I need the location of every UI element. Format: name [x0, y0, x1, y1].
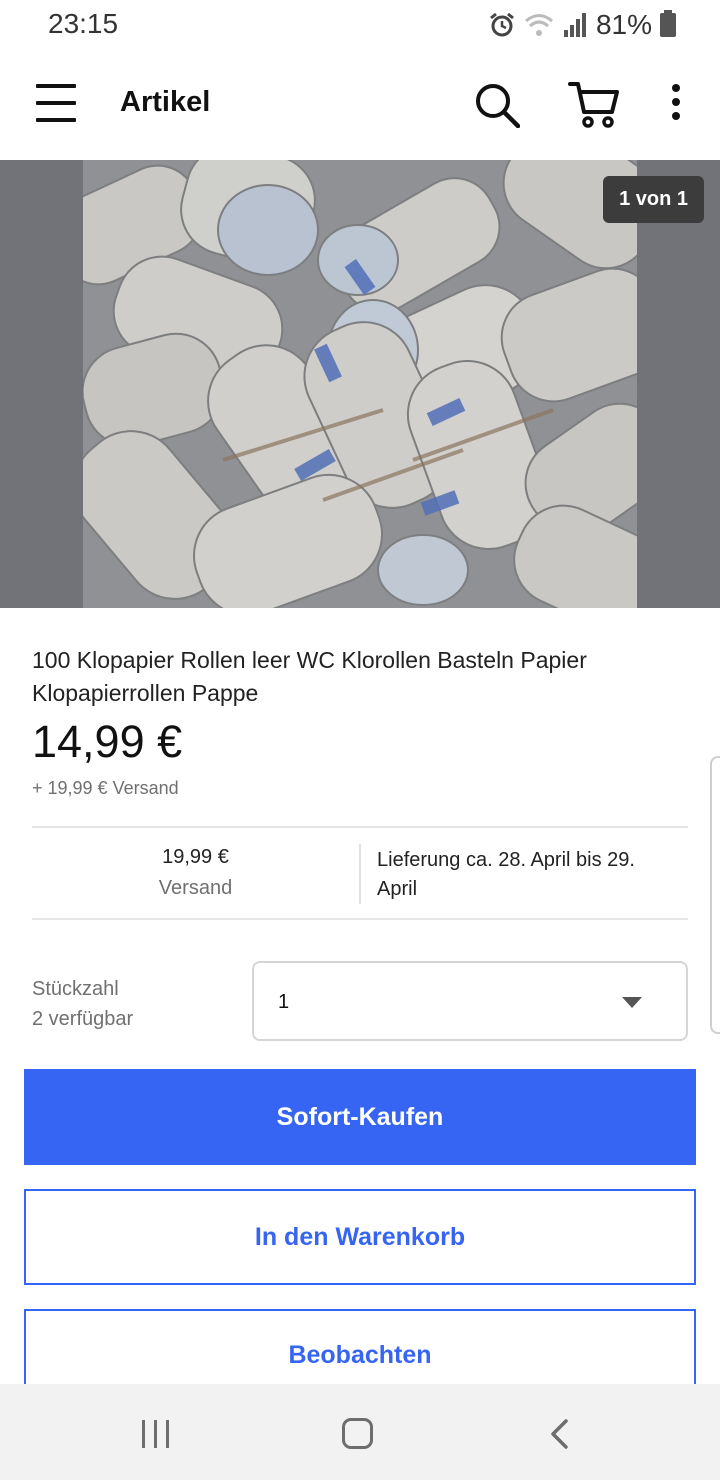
chevron-down-icon: [622, 997, 642, 1008]
menu-icon[interactable]: [36, 84, 76, 124]
shipping-info-box: 19,99 € Versand Lieferung ca. 28. April …: [32, 826, 688, 920]
quantity-label: Stückzahl: [32, 978, 119, 1000]
add-to-cart-button[interactable]: In den Warenkorb: [24, 1189, 696, 1285]
nav-back-icon[interactable]: [548, 1418, 572, 1450]
nav-home-icon[interactable]: [342, 1418, 373, 1449]
delivery-estimate: Lieferung ca. 28. April bis 29. April: [377, 849, 635, 900]
battery-percentage: 81%: [595, 9, 652, 40]
side-panel-handle[interactable]: [710, 756, 720, 1034]
status-time: 23:15: [48, 8, 119, 39]
cart-icon[interactable]: [568, 80, 620, 128]
quantity-label-block: Stückzahl 2 verfügbar: [32, 974, 133, 1034]
image-counter: 1 von 1: [603, 176, 704, 223]
signal-icon: [563, 13, 586, 37]
wifi-icon: [524, 14, 553, 36]
shipping-amount: 19,99 €: [162, 846, 229, 868]
quantity-available: 2 verfügbar: [32, 1008, 134, 1030]
search-icon[interactable]: [474, 82, 520, 128]
alarm-icon: [490, 12, 514, 37]
quantity-select[interactable]: 1: [252, 961, 688, 1041]
more-options-icon[interactable]: [664, 84, 688, 124]
shipping-cost: + 19,99 € Versand: [32, 778, 179, 798]
item-title: 100 Klopapier Rollen leer WC Klorollen B…: [32, 647, 587, 706]
status-icons: 81%: [488, 8, 676, 42]
battery-icon: [660, 10, 676, 37]
image-gallery[interactable]: 1 von 1: [0, 160, 720, 608]
item-price: 14,99 €: [32, 716, 183, 767]
page-title: Artikel: [120, 86, 211, 118]
app-bar: Artikel: [0, 50, 720, 160]
shipping-label: Versand: [158, 877, 233, 899]
nav-recents-icon[interactable]: [142, 1420, 172, 1448]
buy-now-button[interactable]: Sofort-Kaufen: [24, 1069, 696, 1165]
status-bar: 23:15 81%: [0, 0, 720, 50]
product-image[interactable]: [83, 160, 637, 608]
system-nav-bar: [0, 1384, 720, 1480]
divider: [359, 844, 361, 904]
shipping-summary: 19,99 € Versand: [32, 846, 359, 900]
quantity-value: 1: [278, 991, 290, 1013]
